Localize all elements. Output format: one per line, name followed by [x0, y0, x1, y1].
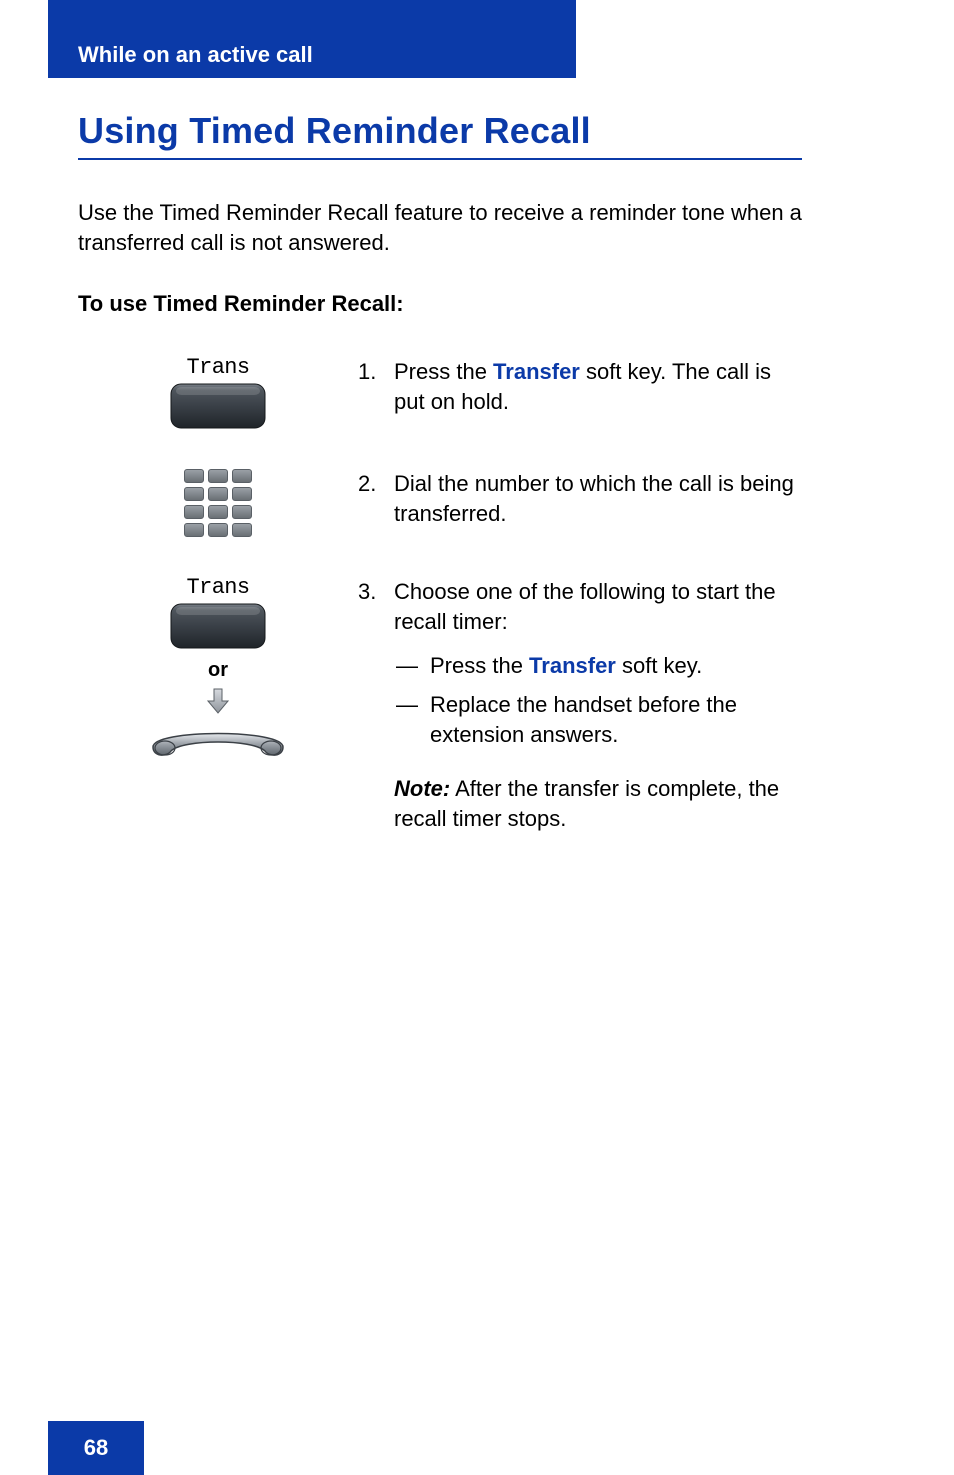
- step-3-text: 3. Choose one of the following to start …: [358, 577, 802, 833]
- step-2-number: 2.: [358, 469, 394, 528]
- header-section-label: While on an active call: [78, 42, 313, 68]
- page-number: 68: [84, 1435, 108, 1461]
- step-3-icon-col: Trans: [78, 577, 358, 761]
- step-3-body: Choose one of the following to start the…: [394, 579, 776, 634]
- step-2-body: Dial the number to which the call is bei…: [394, 469, 802, 528]
- header-bar: While on an active call: [48, 0, 576, 78]
- or-label: or: [208, 659, 228, 682]
- step-1-icon-col: Trans: [78, 357, 358, 429]
- softkey-button-icon: [170, 383, 266, 429]
- softkey-label-trans-2: Trans: [186, 577, 249, 599]
- instructions-heading: To use Timed Reminder Recall:: [78, 291, 802, 317]
- dash-bullet: —: [394, 651, 430, 681]
- keypad-icon: [184, 469, 252, 537]
- footer-bar: 68: [48, 1421, 144, 1475]
- step-1-number: 1.: [358, 357, 394, 416]
- step-1-text: 1. Press the Transfer soft key. The call…: [358, 357, 802, 416]
- step-2-text: 2. Dial the number to which the call is …: [358, 469, 802, 528]
- page: While on an active call Using Timed Remi…: [0, 0, 954, 1475]
- note-text: After the transfer is complete, the reca…: [394, 776, 779, 831]
- step-3-number: 3.: [358, 577, 394, 833]
- step-3-row: Trans: [78, 577, 802, 833]
- intro-text: Use the Timed Reminder Recall feature to…: [78, 198, 802, 257]
- step-1-text-before: Press the: [394, 359, 493, 384]
- softkey-button-icon-2: [170, 603, 266, 649]
- page-title: Using Timed Reminder Recall: [78, 110, 802, 152]
- step-1-row: Trans: [78, 357, 802, 429]
- transfer-keyword-2: Transfer: [529, 653, 616, 678]
- step-2-icon-col: [78, 469, 358, 537]
- note-label: Note:: [394, 776, 450, 801]
- softkey-label-trans: Trans: [186, 357, 249, 379]
- handset-icon: [143, 721, 293, 761]
- step-3-sub2: Replace the handset before the extension…: [430, 690, 802, 749]
- title-rule: [78, 158, 802, 160]
- dash-bullet: —: [394, 690, 430, 749]
- step-3-sub1-before: Press the: [430, 653, 529, 678]
- step-3-sub1-after: soft key.: [616, 653, 702, 678]
- transfer-keyword: Transfer: [493, 359, 580, 384]
- arrow-down-icon: [207, 688, 229, 719]
- step-2-row: 2. Dial the number to which the call is …: [78, 469, 802, 537]
- content: Using Timed Reminder Recall Use the Time…: [78, 110, 802, 833]
